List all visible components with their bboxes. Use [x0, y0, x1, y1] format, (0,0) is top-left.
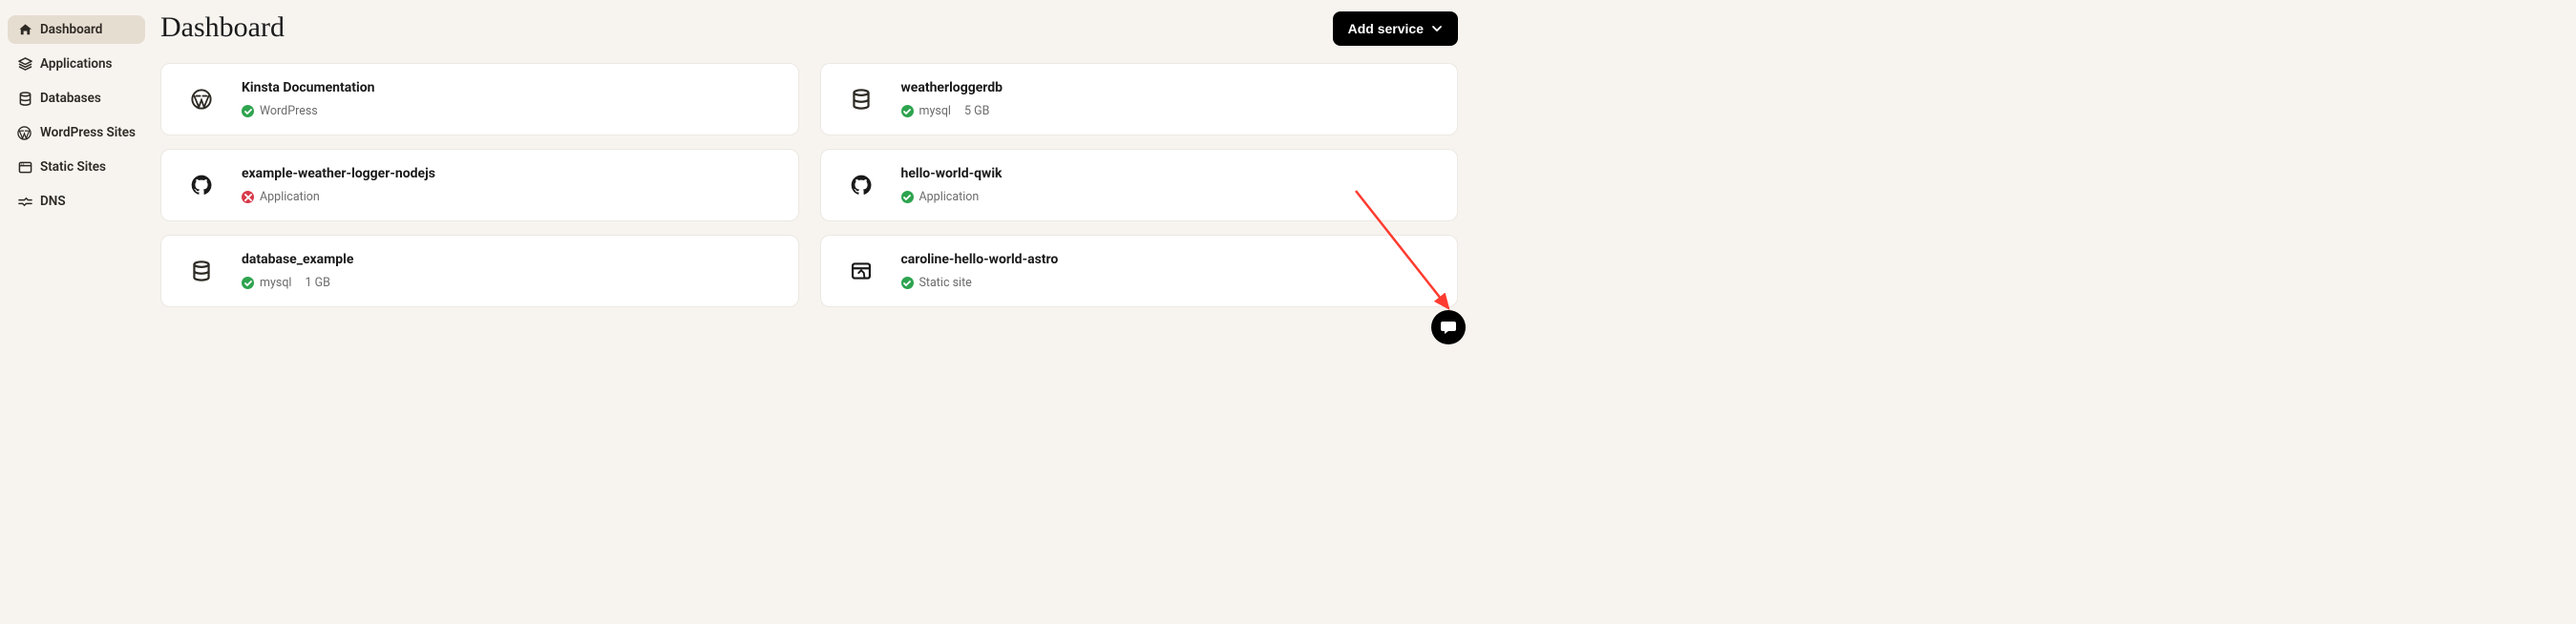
wordpress-icon [17, 125, 32, 140]
sidebar-item-dashboard[interactable]: Dashboard [8, 15, 145, 44]
add-service-label: Add service [1348, 21, 1424, 36]
service-card[interactable]: hello-world-qwik Application [820, 149, 1459, 221]
chat-icon [1440, 319, 1457, 336]
service-card[interactable]: database_example mysql 1 GB [160, 235, 799, 307]
card-type: Application [260, 190, 320, 204]
header: Dashboard Add service [160, 11, 1458, 46]
status-badge: WordPress [242, 104, 318, 118]
sidebar-item-applications[interactable]: Applications [8, 50, 145, 78]
database-icon [17, 91, 32, 106]
chat-launcher-button[interactable] [1431, 310, 1466, 344]
sidebar-item-label: Dashboard [40, 22, 102, 37]
service-grid: Kinsta Documentation WordPress weatherlo… [160, 63, 1458, 307]
sidebar-item-label: Static Sites [40, 159, 106, 175]
page-title: Dashboard [160, 11, 285, 44]
card-title: caroline-hello-world-astro [901, 252, 1059, 267]
service-card[interactable]: example-weather-logger-nodejs Applicatio… [160, 149, 799, 221]
chevron-down-icon [1431, 23, 1443, 34]
sidebar-item-databases[interactable]: Databases [8, 84, 145, 113]
status-error-icon [242, 191, 254, 203]
card-type: mysql [919, 104, 951, 118]
database-icon [186, 256, 217, 286]
home-icon [17, 22, 32, 37]
status-ok-icon [901, 277, 914, 289]
browser-icon [17, 159, 32, 175]
github-icon [846, 170, 876, 200]
sidebar-item-label: WordPress Sites [40, 125, 136, 140]
sidebar-item-label: Databases [40, 91, 101, 106]
status-ok-icon [901, 191, 914, 203]
service-card[interactable]: weatherloggerdb mysql 5 GB [820, 63, 1459, 135]
card-type: mysql [260, 276, 291, 290]
card-type: Static site [919, 276, 972, 290]
card-title: hello-world-qwik [901, 166, 1003, 181]
database-icon [846, 84, 876, 114]
card-type: WordPress [260, 104, 318, 118]
status-badge: Application [242, 190, 320, 204]
card-title: Kinsta Documentation [242, 80, 374, 95]
sidebar-item-wordpress-sites[interactable]: WordPress Sites [8, 118, 145, 147]
service-card[interactable]: caroline-hello-world-astro Static site [820, 235, 1459, 307]
card-size: 1 GB [305, 276, 329, 290]
status-badge: Static site [901, 276, 972, 290]
status-ok-icon [901, 105, 914, 117]
wordpress-icon [186, 84, 217, 114]
static-site-icon [846, 256, 876, 286]
card-title: database_example [242, 252, 353, 267]
main: Dashboard Add service Kinsta Documentati… [151, 0, 1479, 358]
card-title: example-weather-logger-nodejs [242, 166, 435, 181]
status-badge: Application [901, 190, 980, 204]
add-service-button[interactable]: Add service [1333, 11, 1458, 46]
card-type: Application [919, 190, 980, 204]
github-icon [186, 170, 217, 200]
sidebar-item-label: Applications [40, 56, 113, 72]
dns-icon [17, 194, 32, 209]
status-badge: mysql [242, 276, 291, 290]
layers-icon [17, 56, 32, 72]
status-ok-icon [242, 105, 254, 117]
sidebar-item-dns[interactable]: DNS [8, 187, 145, 216]
card-title: weatherloggerdb [901, 80, 1003, 95]
sidebar-item-static-sites[interactable]: Static Sites [8, 153, 145, 181]
card-size: 5 GB [964, 104, 989, 118]
service-card[interactable]: Kinsta Documentation WordPress [160, 63, 799, 135]
status-badge: mysql [901, 104, 951, 118]
status-ok-icon [242, 277, 254, 289]
sidebar-item-label: DNS [40, 194, 66, 209]
sidebar: Dashboard Applications Databases WordPre… [0, 0, 151, 358]
